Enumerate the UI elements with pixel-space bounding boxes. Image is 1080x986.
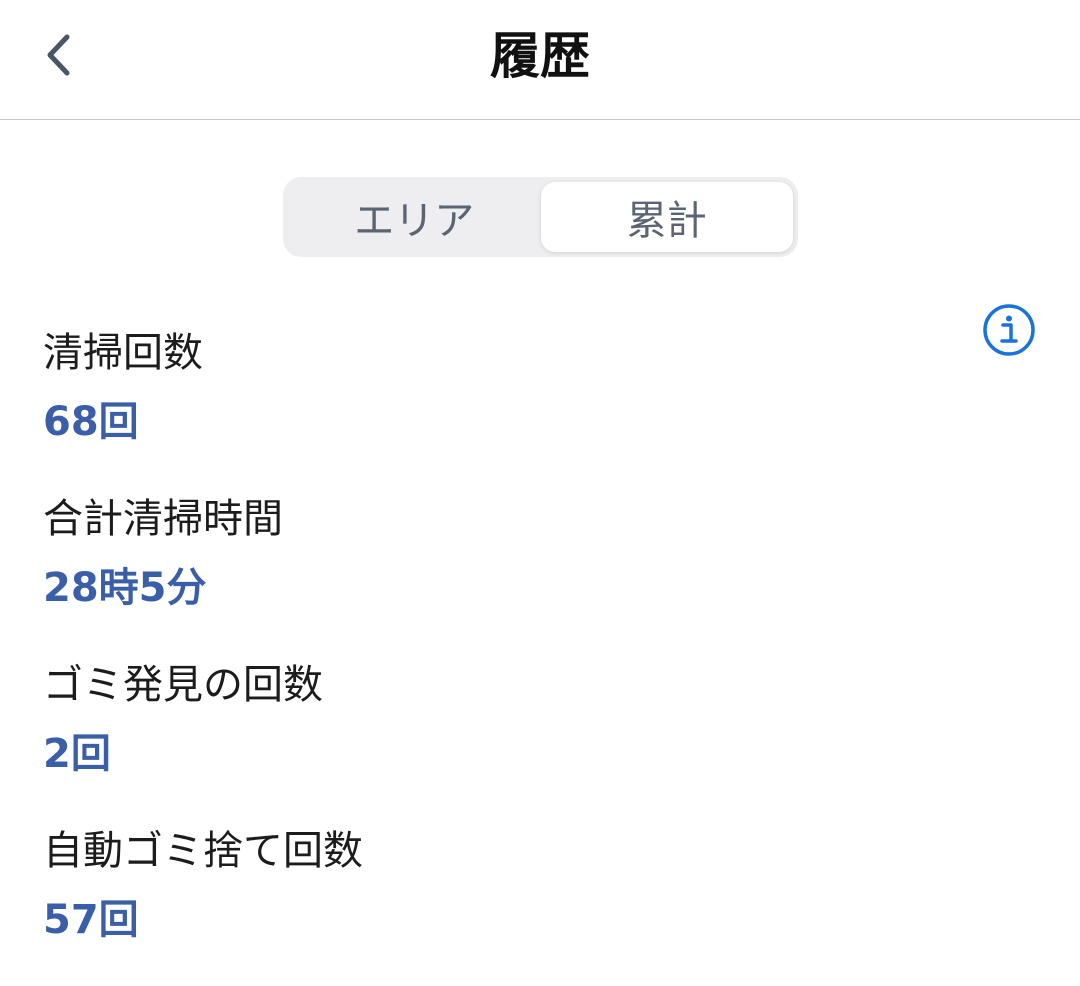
stat-dirt-detection-count: ゴミ発見の回数 2回 bbox=[43, 654, 943, 820]
stat-value: 28時5分 bbox=[43, 565, 207, 611]
stat-label: 合計清掃時間 bbox=[43, 496, 283, 542]
tab-cumulative[interactable]: 累計 bbox=[540, 182, 793, 252]
stat-auto-empty-count: 自動ゴミ捨て回数 57回 bbox=[43, 820, 943, 986]
stat-cleaning-count: 清掃回数 68回 bbox=[43, 322, 943, 488]
stat-label: 自動ゴミ捨て回数 bbox=[43, 828, 363, 874]
info-button[interactable] bbox=[982, 303, 1036, 357]
page-title: 履歴 bbox=[490, 27, 590, 85]
info-circle-icon bbox=[983, 304, 1035, 356]
stat-value: 57回 bbox=[43, 897, 139, 943]
stats-list: 清掃回数 68回 合計清掃時間 28時5分 ゴミ発見の回数 2回 自動ゴミ捨て回… bbox=[43, 322, 943, 986]
stat-label: 清掃回数 bbox=[43, 330, 203, 376]
stat-total-cleaning-time: 合計清掃時間 28時5分 bbox=[43, 488, 943, 654]
tab-area[interactable]: エリア bbox=[288, 182, 541, 252]
segmented-control: エリア 累計 bbox=[283, 177, 798, 257]
stat-value: 2回 bbox=[43, 731, 111, 777]
stat-label: ゴミ発見の回数 bbox=[43, 662, 323, 708]
header-bar: 履歴 bbox=[0, 0, 1080, 120]
stat-value: 68回 bbox=[43, 399, 139, 445]
